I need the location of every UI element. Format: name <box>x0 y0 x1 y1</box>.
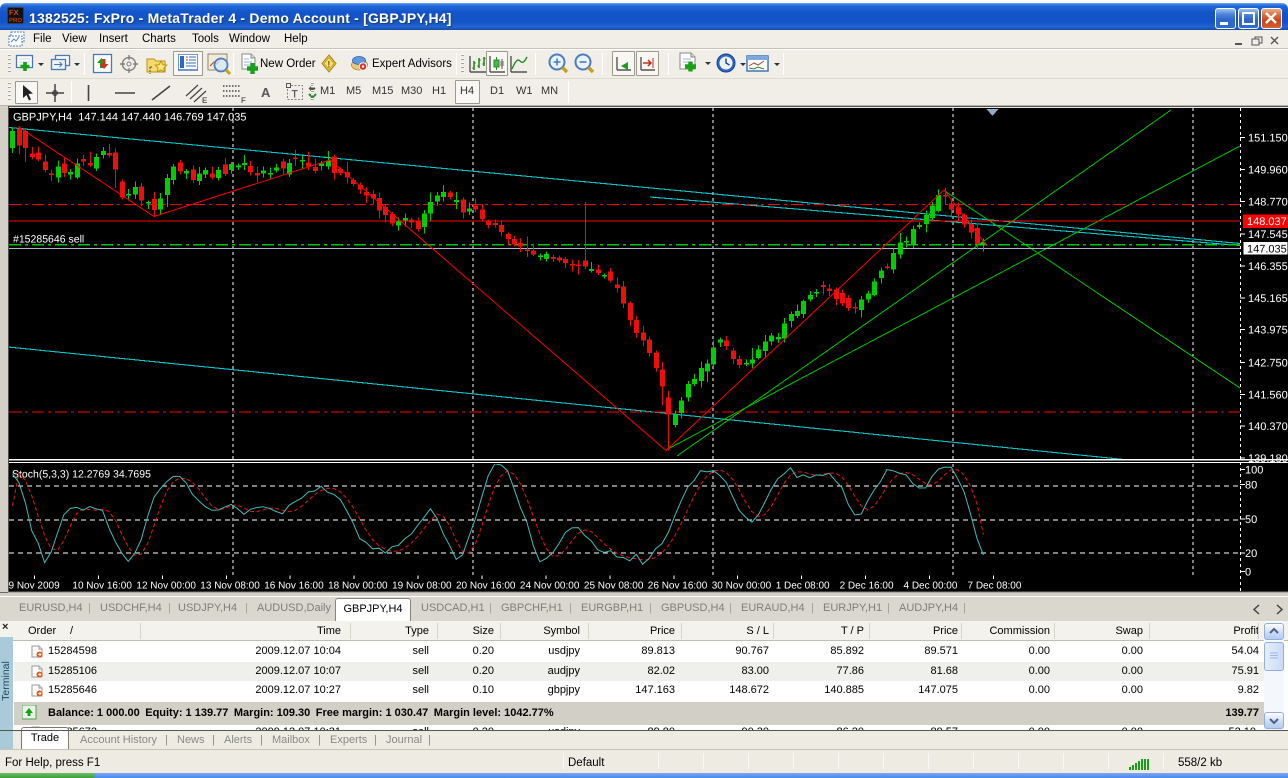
svg-text:24 Nov 00:00: 24 Nov 00:00 <box>520 581 580 592</box>
svg-text:148.037: 148.037 <box>1247 216 1287 228</box>
svg-text:7 Dec 08:00: 7 Dec 08:00 <box>968 581 1022 592</box>
svg-text:149.960: 149.960 <box>1248 165 1288 177</box>
svg-text:18 Nov 00:00: 18 Nov 00:00 <box>328 581 388 592</box>
svg-text:FX: FX <box>9 8 19 17</box>
svg-text:141.560: 141.560 <box>1248 389 1288 401</box>
svg-text:13 Nov 08:00: 13 Nov 08:00 <box>200 581 260 592</box>
svg-text:9 Nov 2009: 9 Nov 2009 <box>9 581 61 592</box>
svg-text:50: 50 <box>1245 514 1257 526</box>
svg-text:1 Dec 08:00: 1 Dec 08:00 <box>776 581 830 592</box>
svg-text:143.975: 143.975 <box>1248 325 1288 337</box>
svg-text:!: ! <box>327 60 330 71</box>
svg-text:139.180: 139.180 <box>1248 453 1288 465</box>
svg-text:PRO: PRO <box>9 17 22 24</box>
svg-text:16 Nov 16:00: 16 Nov 16:00 <box>264 581 324 592</box>
svg-text:100: 100 <box>1245 465 1263 477</box>
svg-text:30 Nov 00:00: 30 Nov 00:00 <box>712 581 772 592</box>
svg-text:26 Nov 16:00: 26 Nov 16:00 <box>648 581 708 592</box>
svg-text:T: T <box>292 89 299 101</box>
svg-text:GBPJPY,H4 147.144 147.440 146: GBPJPY,H4 147.144 147.440 146.769 147.03… <box>13 112 246 124</box>
svg-text:20: 20 <box>1245 548 1257 560</box>
svg-text:12 Nov 00:00: 12 Nov 00:00 <box>136 581 196 592</box>
svg-text:140.370: 140.370 <box>1248 421 1288 433</box>
svg-text:E: E <box>202 96 207 105</box>
svg-text:151.150: 151.150 <box>1248 133 1288 145</box>
svg-text:4 Dec 00:00: 4 Dec 00:00 <box>904 581 958 592</box>
svg-text:20 Nov 16:00: 20 Nov 16:00 <box>456 581 516 592</box>
svg-text:25 Nov 08:00: 25 Nov 08:00 <box>584 581 644 592</box>
svg-text:145.165: 145.165 <box>1248 293 1288 305</box>
svg-text:Stoch(5,3,3) 12.2769 34.7695: Stoch(5,3,3) 12.2769 34.7695 <box>12 469 151 481</box>
svg-text:142.750: 142.750 <box>1248 358 1288 370</box>
svg-text:2 Dec 16:00: 2 Dec 16:00 <box>840 581 894 592</box>
svg-text:0: 0 <box>1245 567 1251 579</box>
svg-text:#15285646 sell: #15285646 sell <box>13 234 84 246</box>
svg-text:148.770: 148.770 <box>1248 196 1288 208</box>
svg-text:10 Nov 16:00: 10 Nov 16:00 <box>72 581 132 592</box>
svg-text:147.035: 147.035 <box>1247 243 1287 255</box>
svg-text:F: F <box>241 96 246 105</box>
svg-text:19 Nov 08:00: 19 Nov 08:00 <box>392 581 452 592</box>
svg-text:146.355: 146.355 <box>1248 261 1288 273</box>
svg-text:147.545: 147.545 <box>1248 229 1288 241</box>
svg-text:80: 80 <box>1245 480 1257 492</box>
